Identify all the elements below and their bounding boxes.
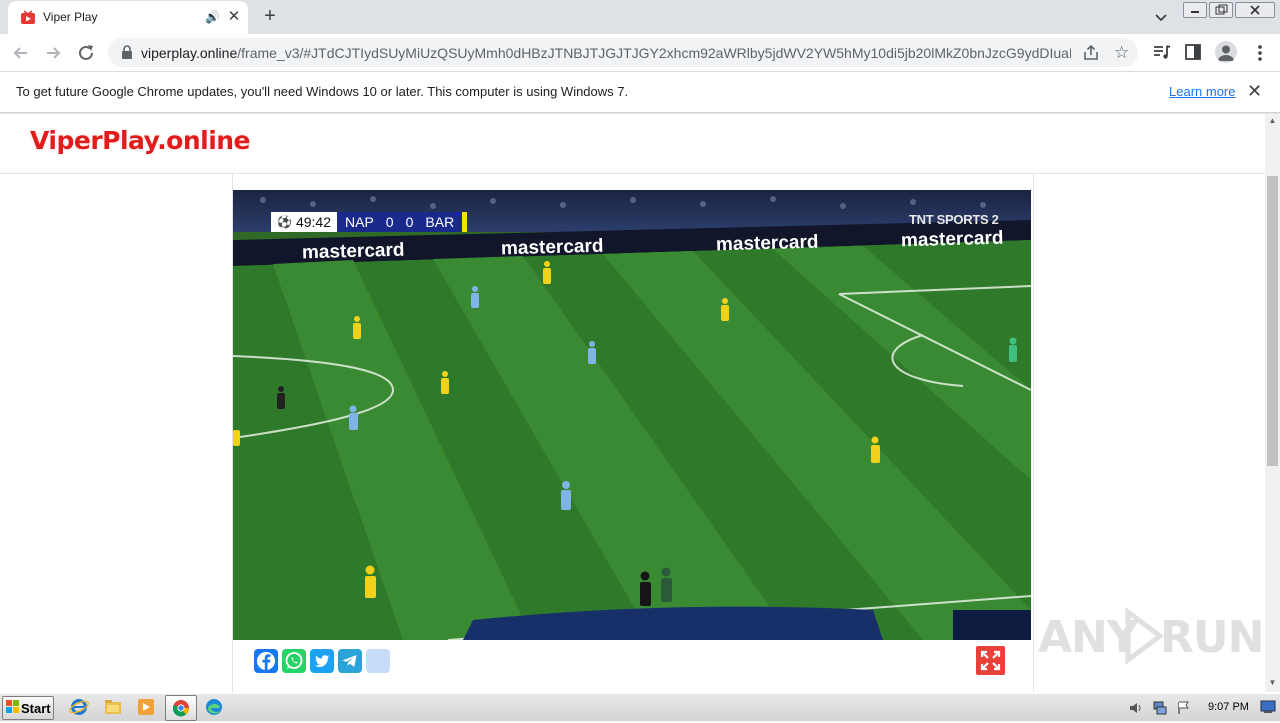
match-clock: 49:42 [295,214,331,230]
share-page-icon[interactable] [1082,44,1100,62]
share-more-icon[interactable] [366,649,390,673]
side-panel-icon[interactable] [1185,44,1201,60]
site-logo[interactable]: ViperPlay.online [30,126,251,155]
watermark-text-right: RUN [1160,612,1264,663]
start-button[interactable]: Start [2,696,54,720]
ball-icon: ⚽ [277,215,292,229]
more-options-icon[interactable] [1252,43,1268,63]
scroll-down-arrow-icon[interactable]: ▼ [1265,678,1280,690]
new-tab-button[interactable]: + [260,5,280,27]
home-score: 0 [385,214,394,230]
scroll-thumb[interactable] [1267,176,1278,466]
video-player[interactable]: mastercard mastercard mastercard masterc… [233,190,1031,640]
chrome-icon[interactable] [165,695,197,721]
whatsapp-icon[interactable] [282,649,306,673]
windows-taskbar: Start 9:07 PM [0,693,1280,721]
update-infobar: To get future Google Chrome updates, you… [0,72,1280,113]
media-player-icon[interactable] [135,697,157,717]
file-explorer-icon[interactable] [102,697,124,717]
audio-playing-icon[interactable]: 🔊 [205,10,220,24]
broadcaster-logo: TNT SPORTS 2 [909,212,999,227]
ad-text-2: mastercard [500,235,604,260]
window-close-button[interactable] [1235,2,1275,18]
facebook-icon[interactable] [254,649,278,673]
ad-text-4: mastercard [900,227,1004,252]
url-path: /frame_v3/#JTdCJTIydSUyMiUzQSUyMmh0dHBzJ… [237,45,1071,61]
infobar-close-icon[interactable]: ✕ [1247,81,1262,102]
window-minimize-button[interactable] [1183,2,1207,18]
scoreboard: ⚽ 49:42 NAP 0 0 BAR [271,212,468,232]
url-text[interactable]: viperplay.online/frame_v3/#JTdCJTIydSUyM… [141,45,1071,61]
ad-text-3: mastercard [715,231,819,256]
away-score: 0 [405,214,414,230]
page-scrollbar[interactable]: ▲ ▼ [1265,114,1280,692]
volume-icon[interactable] [1128,700,1144,716]
browser-toolbar: viperplay.online/frame_v3/#JTdCJTIydSUyM… [0,34,1280,72]
ad-boards: mastercard mastercard mastercard masterc… [268,228,1028,264]
twitter-icon[interactable] [310,649,334,673]
show-desktop-icon[interactable] [1260,700,1276,714]
anyrun-watermark: ANY RUN [1038,606,1264,666]
reload-icon[interactable] [75,42,97,64]
bookmark-star-icon[interactable]: ☆ [1114,43,1129,63]
forward-arrow-icon[interactable] [42,42,64,64]
system-tray: 9:07 PM [1120,694,1280,721]
tab-search-chevron-icon[interactable] [1152,8,1170,26]
network-icon[interactable] [1152,700,1168,716]
expand-icon[interactable] [976,646,1005,675]
profile-avatar-icon[interactable] [1215,41,1237,63]
team-color-bar [462,212,468,232]
lock-icon[interactable] [120,45,134,60]
site-header: ViperPlay.online [0,114,1265,174]
watermark-text-left: ANY [1038,612,1139,663]
tab-close-icon[interactable]: ✕ [226,8,242,26]
match-clock-box: ⚽ 49:42 [271,212,337,232]
edge-icon[interactable] [203,697,225,717]
address-bar[interactable]: viperplay.online/frame_v3/#JTdCJTIydSUyM… [108,38,1138,67]
start-label: Start [21,701,51,716]
away-team: BAR [425,214,455,230]
url-host: viperplay.online [141,45,238,61]
ad-text-1: mastercard [301,239,405,264]
media-controls-icon[interactable] [1152,43,1172,61]
internet-explorer-icon[interactable] [68,697,90,717]
telegram-icon[interactable] [338,649,362,673]
watermark-play-icon [1125,608,1164,664]
infobar-message: To get future Google Chrome updates, you… [16,84,629,99]
back-arrow-icon[interactable] [10,42,32,64]
scroll-up-arrow-icon[interactable]: ▲ [1265,116,1280,128]
score-box: NAP 0 0 BAR [337,212,463,232]
windows-logo-icon [6,700,19,713]
tab-title: Viper Play [43,10,98,24]
action-center-flag-icon[interactable] [1176,700,1192,716]
tab-strip: Viper Play 🔊 ✕ + [0,0,1280,34]
tab-viper-play[interactable]: Viper Play 🔊 ✕ [8,1,248,34]
learn-more-link[interactable]: Learn more [1169,84,1235,99]
system-clock[interactable]: 9:07 PM [1208,701,1249,713]
viper-favicon-icon [21,10,35,24]
home-team: NAP [345,214,374,230]
window-restore-button[interactable] [1209,2,1233,18]
